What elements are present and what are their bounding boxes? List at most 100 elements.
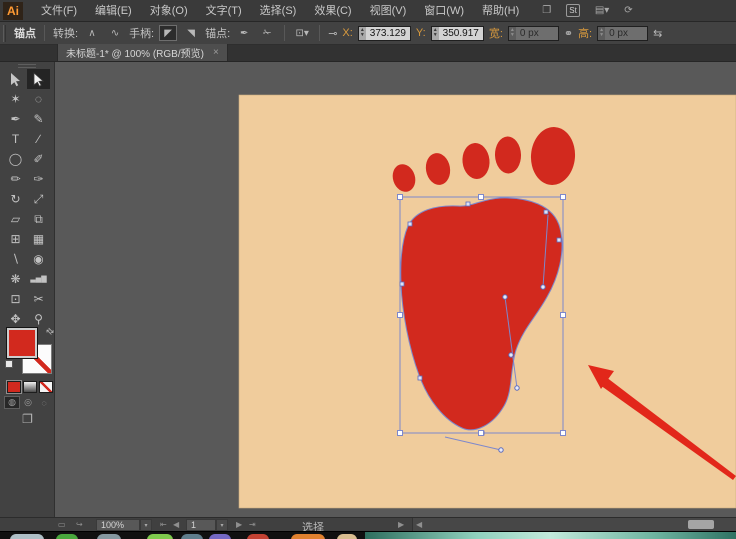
y-value[interactable]: 350.917 xyxy=(439,27,483,40)
x-stepper[interactable]: ▲▼ xyxy=(359,27,366,40)
selection-handle[interactable] xyxy=(479,195,484,200)
anchor-point[interactable] xyxy=(418,376,422,380)
reference-point-icon[interactable]: ⊸ xyxy=(328,27,337,40)
next-artboard-icon[interactable]: ▶ xyxy=(236,520,242,529)
status-left-icon-a[interactable]: ▭ xyxy=(58,520,66,529)
stock-badge-icon[interactable]: St xyxy=(566,4,580,17)
curvature-tool[interactable]: ✎ xyxy=(27,109,50,129)
default-fill-stroke-icon[interactable] xyxy=(5,360,16,371)
height-stepper[interactable]: ▲▼ xyxy=(598,27,605,40)
anchor-point[interactable] xyxy=(557,238,561,242)
y-field[interactable]: ▲▼ 350.917 xyxy=(431,26,484,41)
slice-tool[interactable]: ✂ xyxy=(27,289,50,309)
taskbar-app-1[interactable] xyxy=(10,534,44,539)
taskbar-app-9[interactable] xyxy=(337,534,357,539)
screen-mode-button[interactable]: ❐ xyxy=(0,412,55,426)
free-transform-tool[interactable]: ▱ xyxy=(4,209,27,229)
artboard-dropdown-icon[interactable]: ▾ xyxy=(216,519,228,531)
menu-select[interactable]: 选择(S) xyxy=(251,0,306,22)
menu-view[interactable]: 视图(V) xyxy=(361,0,416,22)
cut-path-button[interactable]: ✁ xyxy=(258,25,276,41)
taskbar-app-2[interactable] xyxy=(56,534,78,539)
symbol-sprayer-tool[interactable]: ❋ xyxy=(4,269,27,289)
bezier-handle-dot[interactable] xyxy=(499,448,503,452)
line-segment-tool[interactable]: ∕ xyxy=(27,129,50,149)
width-stepper[interactable]: ▲▼ xyxy=(509,27,516,40)
height-field[interactable]: ▲▼ 0 px xyxy=(597,26,648,41)
taskbar-app-8[interactable] xyxy=(291,534,325,539)
selection-handle[interactable] xyxy=(561,195,566,200)
draw-inside-button[interactable]: ◌ xyxy=(36,396,52,409)
mesh-tool[interactable]: ▦ xyxy=(27,229,50,249)
bezier-handle-dot[interactable] xyxy=(503,295,507,299)
scroll-left-icon[interactable]: ◀ xyxy=(416,520,422,529)
hide-handles-button[interactable]: ◥ xyxy=(182,25,200,41)
hand-tool[interactable]: ✥ xyxy=(4,309,27,329)
ellipse-tool[interactable]: ◯ xyxy=(4,149,27,169)
menu-help[interactable]: 帮助(H) xyxy=(473,0,528,22)
selection-tool[interactable] xyxy=(4,69,27,89)
menu-edit[interactable]: 编辑(E) xyxy=(86,0,141,22)
taskbar-app-5[interactable] xyxy=(181,534,203,539)
paint-none-button[interactable] xyxy=(39,381,53,393)
bezier-handle-dot[interactable] xyxy=(515,386,519,390)
blend-tool[interactable]: ◉ xyxy=(27,249,50,269)
document-tab[interactable]: 未标题-1* @ 100% (RGB/预览) × xyxy=(57,44,228,61)
paintbrush-tool[interactable]: ✐ xyxy=(27,149,50,169)
draw-behind-button[interactable]: ◎ xyxy=(20,396,36,409)
zoom-dropdown-icon[interactable]: ▾ xyxy=(140,519,152,531)
prev-artboard-icon[interactable]: ◀ xyxy=(173,520,179,529)
x-field[interactable]: ▲▼ 373.129 xyxy=(358,26,411,41)
add-anchor-button[interactable]: ✒ xyxy=(235,25,253,41)
close-tab-icon[interactable]: × xyxy=(213,47,219,58)
fill-swatch-red[interactable] xyxy=(7,328,37,358)
selection-handle[interactable] xyxy=(479,431,484,436)
menu-file[interactable]: 文件(F) xyxy=(32,0,86,22)
width-field[interactable]: ▲▼ 0 px xyxy=(508,26,559,41)
selection-handle[interactable] xyxy=(561,431,566,436)
first-artboard-icon[interactable]: ⇤ xyxy=(160,520,167,529)
anchor-point[interactable] xyxy=(544,210,548,214)
zoom-tool[interactable]: ⚲ xyxy=(27,309,50,329)
scrollbar-thumb[interactable] xyxy=(688,520,714,529)
app-logo[interactable]: Ai xyxy=(3,2,23,20)
lasso-tool[interactable]: ◌ xyxy=(27,89,50,109)
magic-wand-tool[interactable]: ✶ xyxy=(4,89,27,109)
show-handles-button[interactable]: ◤ xyxy=(159,25,177,41)
convert-corner-button[interactable]: ∧ xyxy=(83,25,101,41)
paint-gradient-button[interactable] xyxy=(23,381,37,393)
status-left-icon-b[interactable]: ↪ xyxy=(76,520,83,529)
blob-brush-tool[interactable]: ✑ xyxy=(27,169,50,189)
width-value[interactable]: 0 px xyxy=(516,27,558,40)
perspective-grid-tool[interactable]: ⊞ xyxy=(4,229,27,249)
selection-handle[interactable] xyxy=(398,195,403,200)
last-artboard-icon[interactable]: ⇥ xyxy=(249,520,256,529)
taskbar-app-6[interactable] xyxy=(209,534,231,539)
selection-handle[interactable] xyxy=(561,313,566,318)
tools-panel-grip[interactable] xyxy=(18,64,36,68)
eyedropper-tool[interactable]: ∖ xyxy=(4,249,27,269)
artboard-tool[interactable]: ⊡ xyxy=(4,289,27,309)
scale-tool[interactable]: ⤢ xyxy=(27,189,50,209)
anchor-point[interactable] xyxy=(466,202,470,206)
paint-color-button[interactable] xyxy=(7,381,21,393)
convert-smooth-button[interactable]: ∿ xyxy=(106,25,124,41)
bezier-handle-dot[interactable] xyxy=(541,285,545,289)
selection-handle[interactable] xyxy=(398,431,403,436)
menu-effect[interactable]: 效果(C) xyxy=(305,0,360,22)
workspace-switcher-icon[interactable]: ▤▾ xyxy=(595,5,609,16)
anchor-point[interactable] xyxy=(400,282,404,286)
bezier-handle-dot[interactable] xyxy=(509,353,513,357)
taskbar-app-3[interactable] xyxy=(97,534,121,539)
height-value[interactable]: 0 px xyxy=(605,27,647,40)
menu-type[interactable]: 文字(T) xyxy=(197,0,251,22)
rotate-tool[interactable]: ↻ xyxy=(4,189,27,209)
draw-normal-button[interactable]: ◍ xyxy=(4,396,20,409)
arrange-documents-icon[interactable]: ❐ xyxy=(542,5,551,16)
shape-builder-tool[interactable]: ⧉ xyxy=(27,209,50,229)
status-expand-icon[interactable]: ▶ xyxy=(398,520,404,529)
y-stepper[interactable]: ▲▼ xyxy=(432,27,439,40)
canvas[interactable] xyxy=(55,62,736,517)
pen-tool[interactable]: ✒ xyxy=(4,109,27,129)
constrain-proportions-icon[interactable]: ⚭ xyxy=(564,27,573,40)
